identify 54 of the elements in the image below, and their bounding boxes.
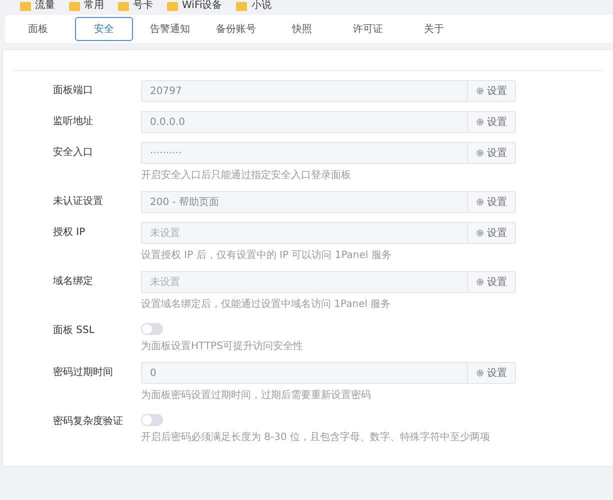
tab[interactable]: 备份账号 [207,17,265,41]
setting-label: 监听地址 [53,114,94,129]
input-field[interactable]: 未设置 设置 [141,222,516,244]
tab[interactable]: 告警通知 [141,17,199,41]
settings-button[interactable]: 设置 [467,112,515,132]
folder-icon [20,2,31,10]
input-field[interactable]: 0.0.0.0 设置 [141,111,516,133]
help-text: 为面板设置HTTPS可提升访问安全性 [141,340,303,353]
help-text: 设置域名绑定后，仅能通过设置中域名访问 1Panel 服务 [141,298,392,311]
settings-button[interactable]: 设置 [467,143,515,163]
bookmark-link[interactable]: 小说 [251,0,272,12]
setting-label: 安全入口 [53,146,94,160]
gear-icon [476,229,484,237]
gear-icon [476,278,484,286]
folder-icon [236,2,248,10]
tab[interactable]: 面板 [9,17,67,41]
gear-icon [476,198,484,206]
gear-icon [476,118,484,126]
tab[interactable]: 关于 [405,17,463,41]
input-field[interactable]: 20797 设置 [141,80,516,102]
setting-label: 授权 IP [53,226,86,240]
setting-label: 密码复杂度验证 [53,414,124,429]
bookmark-link[interactable]: WiFi设备 [182,0,222,12]
input-field[interactable]: 200 - 帮助页面 设置 [141,191,516,213]
help-text: 为面板密码设置过期时间，过期后需要重新设置密码 [141,388,372,402]
help-text: 设置授权 IP 后，仅有设置中的 IP 可以访问 1Panel 服务 [141,248,392,262]
settings-button[interactable]: 设置 [467,81,515,101]
settings-button[interactable]: 设置 [467,363,515,383]
settings-button[interactable]: 设置 [467,272,515,292]
bookmark-link[interactable]: 号卡 [133,0,153,12]
toggle-switch[interactable] [141,323,163,335]
settings-button[interactable]: 设置 [467,223,515,243]
tab[interactable]: 快照 [273,17,331,41]
input-field[interactable]: 未设置 设置 [141,271,516,293]
setting-label: 面板端口 [53,84,94,98]
folder-icon [118,2,129,10]
folder-icon [167,2,178,10]
help-text: 开启安全入口后只能通过指定安全入口登录面板 [141,168,352,182]
gear-icon [476,369,484,377]
setting-label: 域名绑定 [53,274,94,289]
help-text: 开启后密码必须满足长度为 8-30 位，且包含字母、数字、特殊字符中至少两项 [141,430,490,444]
tab[interactable]: 安全 [75,17,133,41]
gear-icon [476,149,484,157]
setting-label: 面板 SSL [53,324,96,338]
settings-button[interactable]: 设置 [467,192,515,212]
tab[interactable]: 许可证 [339,17,397,41]
gear-icon [476,87,484,95]
setting-label: 密码过期时间 [53,366,114,380]
input-field[interactable]: ·········· 设置 [141,142,516,164]
toggle-switch[interactable] [141,414,163,426]
folder-icon [69,2,80,10]
setting-label: 未认证设置 [53,194,104,209]
input-field[interactable]: 0 设置 [141,362,516,384]
bookmark-link[interactable]: 常用 [84,0,104,12]
